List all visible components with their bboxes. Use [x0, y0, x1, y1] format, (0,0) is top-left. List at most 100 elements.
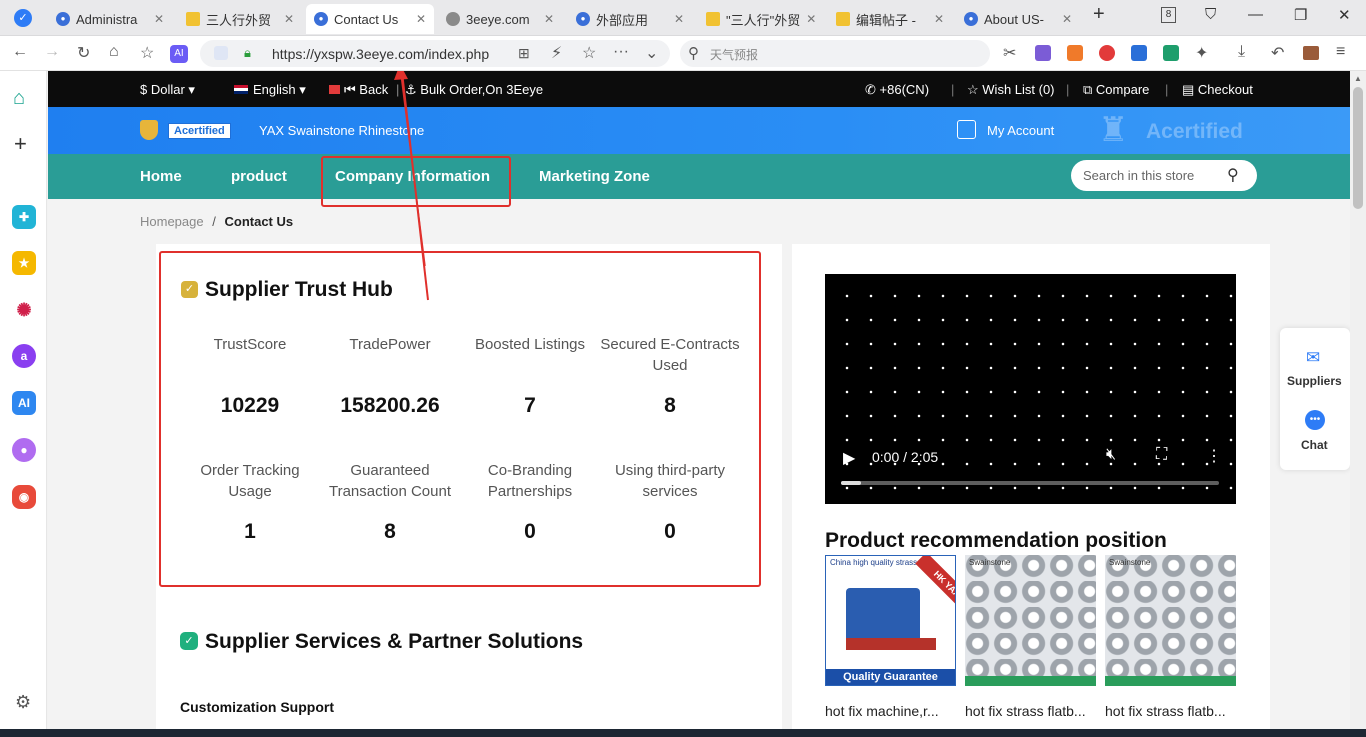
- undo-icon[interactable]: ↶: [1271, 43, 1284, 63]
- compare-link[interactable]: ⧉ Compare: [1083, 82, 1149, 98]
- tab-label: "三人行"外贸: [726, 12, 801, 28]
- browser-search-box[interactable]: ⚲ 天气预报: [680, 40, 990, 67]
- settings-gear-icon[interactable]: ⚙: [15, 692, 31, 713]
- checkout-link[interactable]: ▤ Checkout: [1182, 82, 1253, 98]
- download-icon[interactable]: ⤓: [1238, 43, 1245, 61]
- restore-button[interactable]: ❐: [1294, 6, 1307, 24]
- mail-icon[interactable]: [1131, 45, 1147, 61]
- favorites-icon[interactable]: ☆: [140, 43, 154, 63]
- menu-icon[interactable]: ≡: [1336, 43, 1345, 61]
- lightning-icon[interactable]: ⚡︎: [551, 43, 562, 63]
- tab-1[interactable]: 三人行外贸 ✕: [178, 4, 302, 34]
- product-name[interactable]: hot fix machine,r...: [825, 703, 956, 719]
- search-input[interactable]: 天气预报: [710, 46, 758, 63]
- home-icon[interactable]: ⌂: [109, 43, 119, 61]
- ai-icon[interactable]: AI: [170, 45, 188, 63]
- store-search-input[interactable]: Search in this store: [1083, 168, 1194, 183]
- envelope-icon[interactable]: ✉: [1306, 348, 1320, 368]
- more-icon[interactable]: ···: [613, 43, 629, 61]
- account-icon[interactable]: [957, 120, 976, 139]
- app-game-icon[interactable]: ◉: [12, 485, 36, 509]
- product-name[interactable]: hot fix strass flatb...: [1105, 703, 1236, 719]
- extension-orange-icon[interactable]: [1067, 45, 1083, 61]
- product-card[interactable]: China high quality strass HK YAX Quality…: [825, 555, 956, 719]
- chat-link[interactable]: Chat: [1301, 438, 1328, 452]
- divider: |: [1066, 82, 1070, 97]
- services-title: Supplier Services & Partner Solutions: [205, 630, 584, 653]
- play-icon[interactable]: ▶: [843, 448, 855, 468]
- puzzle-icon[interactable]: ✦: [1195, 43, 1208, 63]
- add-icon[interactable]: +: [14, 131, 27, 157]
- product-card[interactable]: Swainstone hot fix strass flatb...: [965, 555, 1096, 719]
- close-icon[interactable]: ✕: [928, 12, 944, 26]
- product-image[interactable]: Swainstone: [1105, 555, 1236, 686]
- tab-count-badge[interactable]: 8: [1161, 7, 1176, 23]
- app-ai-circle-icon[interactable]: a: [12, 344, 36, 368]
- tab-label: 三人行外贸: [206, 12, 272, 28]
- fullscreen-icon[interactable]: ⛶: [1156, 446, 1167, 464]
- search-icon[interactable]: ⚲: [1227, 165, 1239, 185]
- close-icon[interactable]: ✕: [410, 12, 426, 26]
- app-plus-icon[interactable]: ✚: [12, 205, 36, 229]
- reload-icon[interactable]: ↻: [77, 43, 90, 63]
- wishlist-link[interactable]: ☆ Wish List (0): [967, 82, 1055, 98]
- tab-7[interactable]: ● About US- ✕: [956, 4, 1080, 34]
- tab-5[interactable]: "三人行"外贸 ✕: [698, 4, 822, 34]
- address-bar[interactable]: 🔒︎ https://yxspw.3eeye.com/index.php: [200, 40, 670, 67]
- store-search[interactable]: Search in this store ⚲: [1071, 160, 1257, 191]
- chevron-down-icon[interactable]: ⌄: [645, 43, 658, 63]
- close-icon[interactable]: ✕: [538, 12, 554, 26]
- window-close-button[interactable]: ✕: [1338, 6, 1351, 24]
- product-image[interactable]: China high quality strass HK YAX Quality…: [825, 555, 956, 686]
- chat-icon[interactable]: •••: [1305, 410, 1325, 430]
- close-icon[interactable]: ✕: [278, 12, 294, 26]
- close-icon[interactable]: ✕: [148, 12, 164, 26]
- more-vert-icon[interactable]: ⋮: [1206, 446, 1222, 466]
- product-image[interactable]: Swainstone: [965, 555, 1096, 686]
- app-network-icon[interactable]: ✺: [12, 298, 36, 322]
- scroll-up-icon[interactable]: ▲: [1354, 74, 1362, 83]
- phone-link[interactable]: ✆ +86(CN): [865, 82, 929, 98]
- divider: |: [951, 82, 955, 97]
- bookmark-star-icon[interactable]: ☆: [582, 43, 596, 63]
- url-text[interactable]: https://yxspw.3eeye.com/index.php: [272, 46, 489, 62]
- product-name[interactable]: hot fix strass flatb...: [965, 703, 1096, 719]
- page-scrollbar[interactable]: ▲: [1350, 71, 1366, 737]
- product-card[interactable]: Swainstone hot fix strass flatb...: [1105, 555, 1236, 719]
- briefcase-icon[interactable]: [1303, 46, 1319, 60]
- my-account-link[interactable]: My Account: [987, 123, 1054, 138]
- close-icon[interactable]: ✕: [1056, 12, 1072, 26]
- back-arrow-icon[interactable]: ←: [12, 43, 28, 61]
- app-bot-icon[interactable]: ●: [12, 438, 36, 462]
- close-icon[interactable]: ✕: [668, 12, 684, 26]
- minimize-button[interactable]: —: [1248, 6, 1263, 23]
- video-player[interactable]: ▶ 0:00 / 2:05 🔇︎ ⛶ ⋮: [825, 274, 1236, 504]
- tab-4[interactable]: ● 外部应用 ✕: [568, 4, 692, 34]
- scrollbar-thumb[interactable]: [1353, 87, 1363, 209]
- mute-icon[interactable]: 🔇︎: [1106, 446, 1116, 464]
- close-icon[interactable]: ✕: [800, 12, 816, 26]
- browser-logo-icon[interactable]: ✓: [14, 9, 32, 27]
- tab-list-icon[interactable]: ⛉: [1205, 6, 1216, 23]
- tab-3[interactable]: 3eeye.com ✕: [438, 4, 562, 34]
- tab-0[interactable]: ● Administra ✕: [48, 4, 172, 34]
- tab-6[interactable]: 编辑帖子 - ✕: [828, 4, 952, 34]
- phone-icon: ✆: [865, 82, 876, 97]
- app-star-icon[interactable]: ★: [12, 251, 36, 275]
- extension-green-icon[interactable]: [1163, 45, 1179, 61]
- site-info-icon[interactable]: [214, 46, 228, 60]
- scissors-icon[interactable]: ✂: [1003, 43, 1016, 63]
- video-progress-track[interactable]: [841, 481, 1219, 485]
- nav-item-marketing-zone[interactable]: Marketing Zone: [539, 168, 650, 185]
- app-ai-icon[interactable]: AI: [12, 391, 36, 415]
- new-tab-button[interactable]: +: [1093, 3, 1105, 26]
- product-image-strip: [1105, 676, 1236, 686]
- weibo-icon[interactable]: [1099, 45, 1115, 61]
- home-icon[interactable]: ⌂: [13, 87, 25, 110]
- suppliers-link[interactable]: Suppliers: [1287, 374, 1342, 388]
- folder-icon: [186, 12, 200, 26]
- extension-purple-icon[interactable]: [1035, 45, 1051, 61]
- forward-arrow-icon[interactable]: →: [44, 43, 60, 61]
- tab-2[interactable]: ● Contact Us ✕: [306, 4, 434, 34]
- translate-icon[interactable]: ⊞: [518, 45, 530, 62]
